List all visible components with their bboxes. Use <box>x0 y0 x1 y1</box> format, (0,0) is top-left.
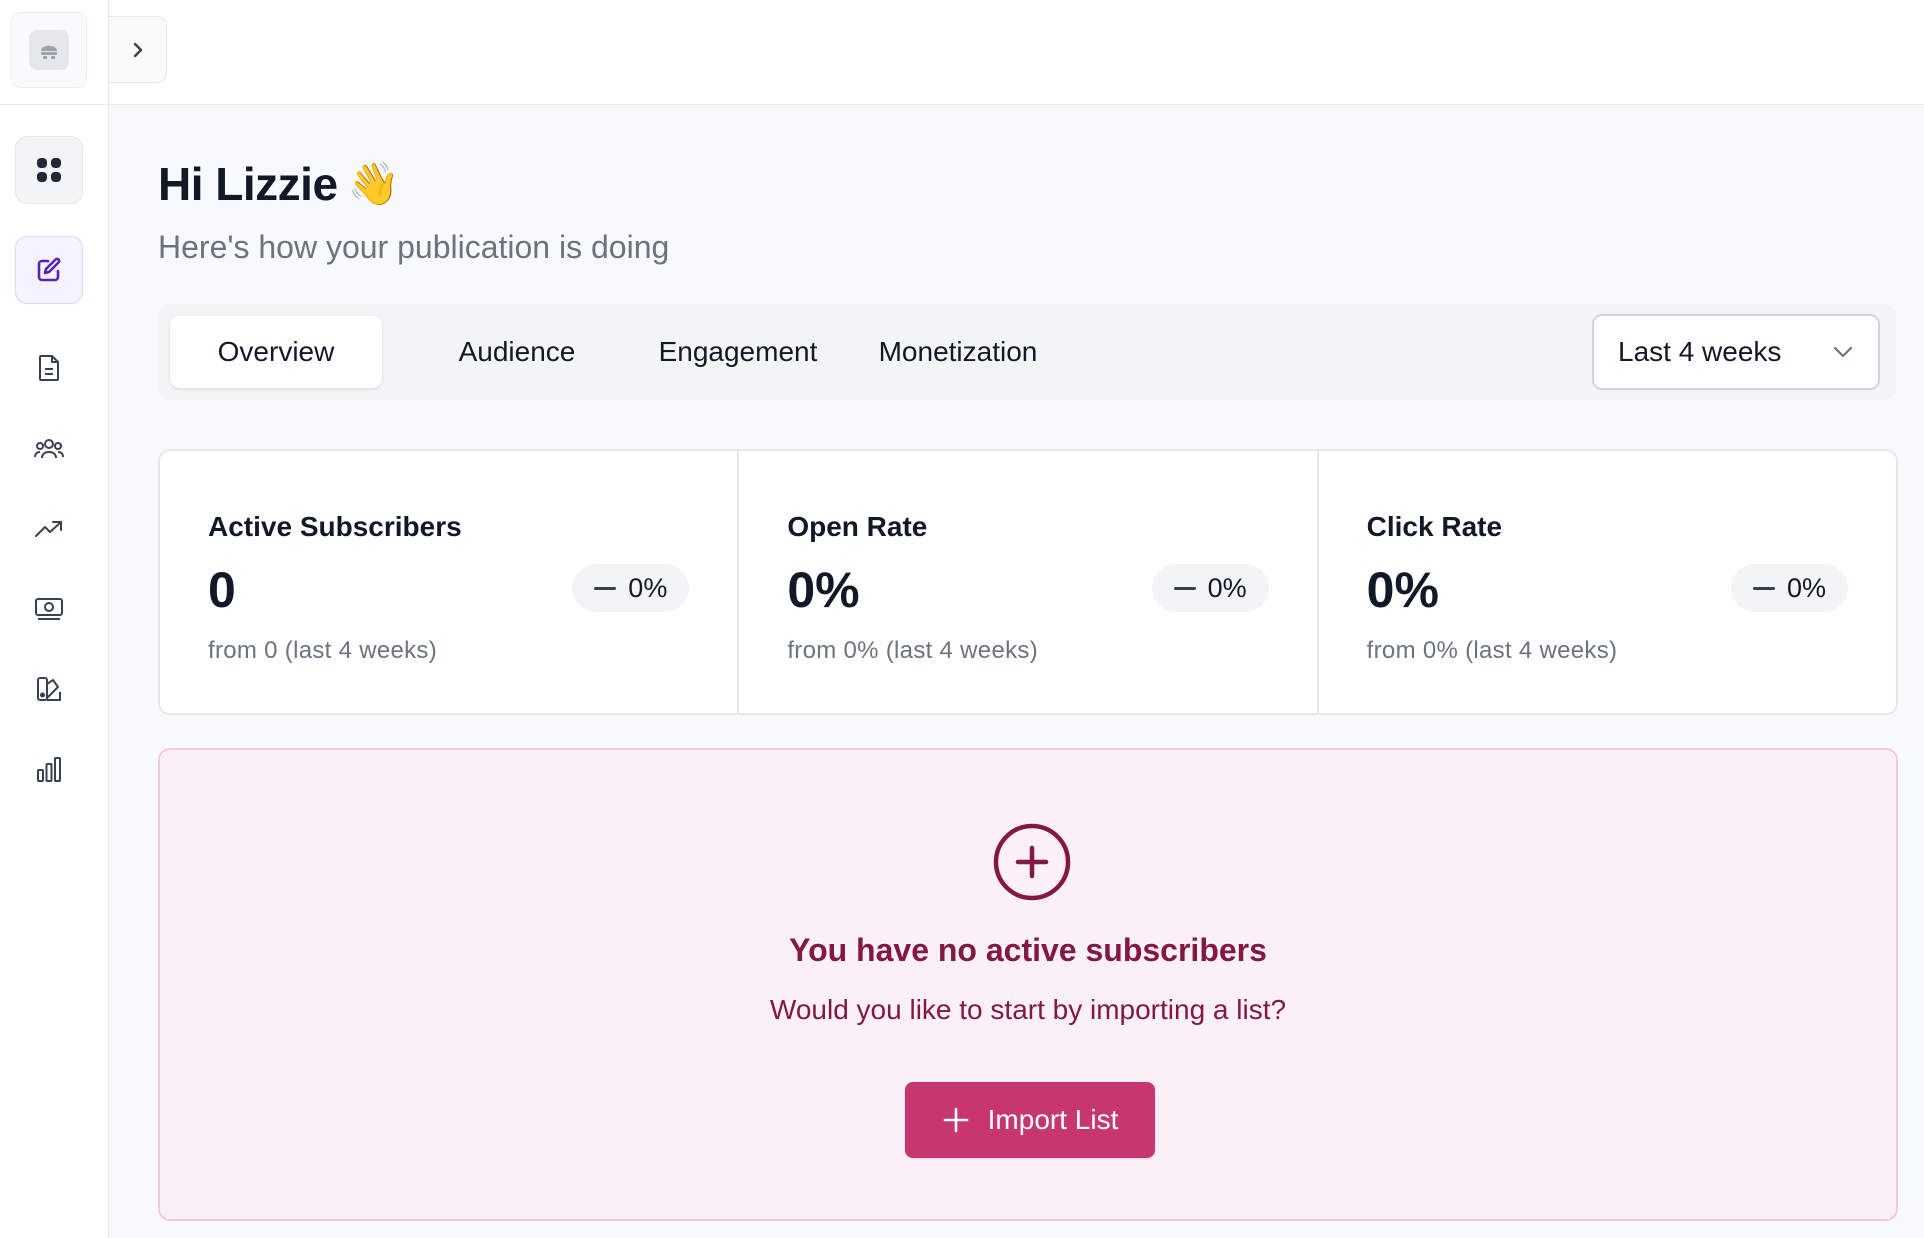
stat-change-value: 0% <box>1207 572 1247 603</box>
grid-icon <box>37 158 61 182</box>
dash-icon <box>1752 586 1775 590</box>
greeting-text: Hi Lizzie <box>158 158 338 210</box>
sidebar-item-dashboard[interactable] <box>15 136 83 204</box>
empty-state: You have no active subscribers Would you… <box>158 748 1898 1221</box>
stat-title: Click Rate <box>1366 511 1503 542</box>
chevron-down-icon <box>1833 346 1853 358</box>
stat-title: Active Subscribers <box>208 511 462 542</box>
tab-overview[interactable]: Overview <box>170 316 382 388</box>
chevron-right-icon <box>133 42 142 57</box>
stat-value: 0% <box>787 562 860 618</box>
expand-sidebar-button[interactable] <box>109 16 167 83</box>
sidebar-item-design[interactable] <box>15 655 83 723</box>
dash-icon <box>1173 586 1196 590</box>
tab-engagement[interactable]: Engagement <box>628 316 848 388</box>
edit-icon <box>37 257 61 282</box>
stat-change-badge: 0% <box>1151 564 1269 612</box>
stat-click-rate: Click Rate 0% 0% from 0% (last 4 weeks) <box>1316 451 1896 713</box>
stat-value: 0 <box>208 562 236 618</box>
tab-audience[interactable]: Audience <box>408 316 626 388</box>
dash-icon <box>594 586 617 590</box>
stat-change-value: 0% <box>628 572 668 603</box>
stat-value: 0% <box>1366 562 1439 618</box>
empty-state-title: You have no active subscribers <box>789 932 1267 968</box>
tab-monetization[interactable]: Monetization <box>848 316 1068 388</box>
design-icon <box>37 677 61 701</box>
money-icon <box>35 598 63 620</box>
page-title: Hi Lizzie 👋 <box>158 157 400 211</box>
stat-change-value: 0% <box>1786 572 1826 603</box>
stat-active-subscribers: Active Subscribers 0 0% from 0 (last 4 w… <box>160 451 737 713</box>
bar-chart-icon <box>37 757 61 782</box>
import-list-label: Import List <box>987 1104 1119 1135</box>
plus-circle-icon <box>993 823 1071 901</box>
plus-icon <box>943 1107 968 1133</box>
stat-change-badge: 0% <box>572 564 690 612</box>
workspace-logo[interactable] <box>11 12 87 88</box>
date-range-value: Last 4 weeks <box>1618 336 1782 367</box>
stat-comparison: from 0% (last 4 weeks) <box>787 637 1038 664</box>
sidebar-item-growth[interactable] <box>15 495 83 563</box>
empty-state-subtitle: Would you like to start by importing a l… <box>769 994 1287 1025</box>
stat-comparison: from 0 (last 4 weeks) <box>208 637 438 664</box>
sidebar-header <box>0 0 108 105</box>
stat-open-rate: Open Rate 0% 0% from 0% (last 4 weeks) <box>737 451 1316 713</box>
sidebar-item-compose[interactable] <box>15 236 83 304</box>
trending-up-icon <box>35 521 62 537</box>
sidebar-item-monetization[interactable] <box>15 575 83 643</box>
logo-icon <box>29 30 69 70</box>
stats-card: Active Subscribers 0 0% from 0 (last 4 w… <box>158 449 1898 715</box>
import-list-button[interactable]: Import List <box>905 1082 1155 1158</box>
stat-comparison: from 0% (last 4 weeks) <box>1366 637 1618 664</box>
sidebar-item-audience[interactable] <box>15 415 83 483</box>
page-subtitle: Here's how your publication is doing <box>158 229 670 265</box>
stat-change-badge: 0% <box>1730 564 1848 612</box>
sidebar-item-analytics[interactable] <box>15 735 83 803</box>
stat-title: Open Rate <box>787 511 928 542</box>
users-icon <box>34 439 64 459</box>
top-bar <box>109 0 1924 105</box>
app-root: Hi Lizzie 👋 Here's how your publication … <box>0 0 1924 1238</box>
sidebar-item-posts[interactable] <box>15 334 83 402</box>
sidebar <box>0 0 109 1238</box>
wave-emoji: 👋 <box>347 159 400 207</box>
tab-bar: Overview Audience Engagement Monetizatio… <box>158 304 1896 400</box>
document-icon <box>39 355 59 381</box>
date-range-select[interactable]: Last 4 weeks <box>1592 314 1880 390</box>
